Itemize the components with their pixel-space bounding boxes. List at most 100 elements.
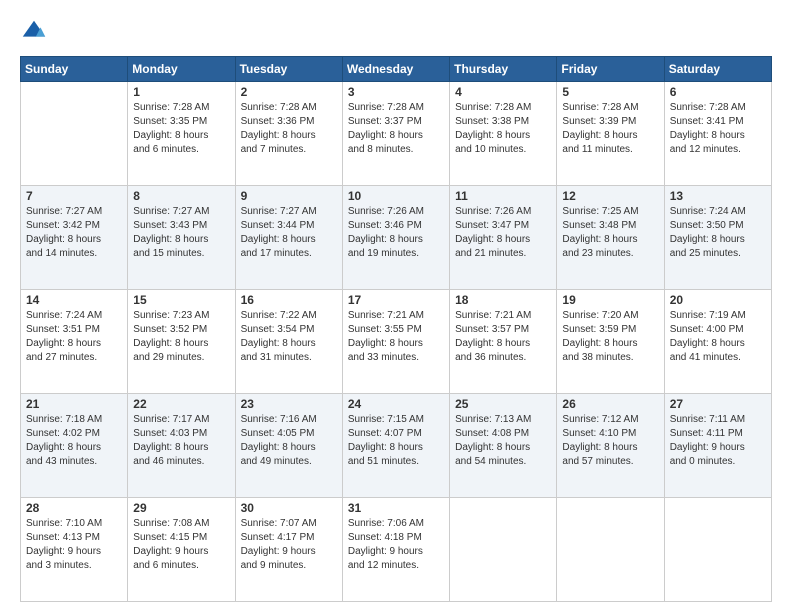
day-number: 28 xyxy=(26,501,122,515)
weekday-header: Saturday xyxy=(664,57,771,82)
calendar-cell: 14 Sunrise: 7:24 AM Sunset: 3:51 PM Dayli… xyxy=(21,290,128,394)
calendar-cell: 18 Sunrise: 7:21 AM Sunset: 3:57 PM Dayli… xyxy=(450,290,557,394)
day-number: 30 xyxy=(241,501,337,515)
calendar-cell: 10 Sunrise: 7:26 AM Sunset: 3:46 PM Dayli… xyxy=(342,186,449,290)
day-info: Sunrise: 7:21 AM Sunset: 3:55 PM Dayligh… xyxy=(348,309,444,365)
calendar-cell: 8 Sunrise: 7:27 AM Sunset: 3:43 PM Daylig… xyxy=(128,186,235,290)
day-info: Sunrise: 7:28 AM Sunset: 3:35 PM Dayligh… xyxy=(133,101,229,157)
day-number: 10 xyxy=(348,189,444,203)
weekday-header: Wednesday xyxy=(342,57,449,82)
day-info: Sunrise: 7:22 AM Sunset: 3:54 PM Dayligh… xyxy=(241,309,337,365)
calendar-cell xyxy=(450,498,557,602)
day-info: Sunrise: 7:24 AM Sunset: 3:51 PM Dayligh… xyxy=(26,309,122,365)
day-number: 4 xyxy=(455,85,551,99)
calendar-cell: 23Sunrise: 7:16 AM Sunset: 4:05 PM Dayli… xyxy=(235,394,342,498)
calendar-cell: 9 Sunrise: 7:27 AM Sunset: 3:44 PM Daylig… xyxy=(235,186,342,290)
calendar: SundayMondayTuesdayWednesdayThursdayFrid… xyxy=(20,56,772,602)
logo xyxy=(20,18,52,46)
day-number: 12 xyxy=(562,189,658,203)
calendar-cell: 3 Sunrise: 7:28 AM Sunset: 3:37 PM Daylig… xyxy=(342,82,449,186)
day-info: Sunrise: 7:23 AM Sunset: 3:52 PM Dayligh… xyxy=(133,309,229,365)
calendar-cell: 6Sunrise: 7:28 AM Sunset: 3:41 PM Daylig… xyxy=(664,82,771,186)
day-info: Sunrise: 7:17 AM Sunset: 4:03 PM Dayligh… xyxy=(133,413,229,469)
day-info: Sunrise: 7:28 AM Sunset: 3:41 PM Dayligh… xyxy=(670,101,766,157)
day-number: 21 xyxy=(26,397,122,411)
day-number: 5 xyxy=(562,85,658,99)
day-number: 13 xyxy=(670,189,766,203)
day-info: Sunrise: 7:26 AM Sunset: 3:46 PM Dayligh… xyxy=(348,205,444,261)
day-number: 25 xyxy=(455,397,551,411)
day-info: Sunrise: 7:20 AM Sunset: 3:59 PM Dayligh… xyxy=(562,309,658,365)
weekday-header: Monday xyxy=(128,57,235,82)
day-number: 16 xyxy=(241,293,337,307)
calendar-cell xyxy=(557,498,664,602)
day-info: Sunrise: 7:26 AM Sunset: 3:47 PM Dayligh… xyxy=(455,205,551,261)
calendar-cell: 28 Sunrise: 7:10 AM Sunset: 4:13 PM Dayli… xyxy=(21,498,128,602)
day-info: Sunrise: 7:15 AM Sunset: 4:07 PM Dayligh… xyxy=(348,413,444,469)
calendar-cell: 19 Sunrise: 7:20 AM Sunset: 3:59 PM Dayli… xyxy=(557,290,664,394)
day-number: 9 xyxy=(241,189,337,203)
calendar-cell: 16 Sunrise: 7:22 AM Sunset: 3:54 PM Dayli… xyxy=(235,290,342,394)
day-number: 18 xyxy=(455,293,551,307)
calendar-cell: 12 Sunrise: 7:25 AM Sunset: 3:48 PM Dayli… xyxy=(557,186,664,290)
day-number: 17 xyxy=(348,293,444,307)
page: SundayMondayTuesdayWednesdayThursdayFrid… xyxy=(0,0,792,612)
day-number: 27 xyxy=(670,397,766,411)
day-info: Sunrise: 7:08 AM Sunset: 4:15 PM Dayligh… xyxy=(133,517,229,573)
day-number: 8 xyxy=(133,189,229,203)
day-number: 24 xyxy=(348,397,444,411)
day-number: 23 xyxy=(241,397,337,411)
day-number: 3 xyxy=(348,85,444,99)
day-info: Sunrise: 7:19 AM Sunset: 4:00 PM Dayligh… xyxy=(670,309,766,365)
calendar-cell: 25 Sunrise: 7:13 AM Sunset: 4:08 PM Dayli… xyxy=(450,394,557,498)
day-info: Sunrise: 7:27 AM Sunset: 3:42 PM Dayligh… xyxy=(26,205,122,261)
day-number: 15 xyxy=(133,293,229,307)
calendar-cell: 15 Sunrise: 7:23 AM Sunset: 3:52 PM Dayli… xyxy=(128,290,235,394)
weekday-header: Tuesday xyxy=(235,57,342,82)
calendar-week-row: 21 Sunrise: 7:18 AM Sunset: 4:02 PM Dayli… xyxy=(21,394,772,498)
day-number: 22 xyxy=(133,397,229,411)
day-info: Sunrise: 7:12 AM Sunset: 4:10 PM Dayligh… xyxy=(562,413,658,469)
day-number: 11 xyxy=(455,189,551,203)
calendar-cell: 13Sunrise: 7:24 AM Sunset: 3:50 PM Dayli… xyxy=(664,186,771,290)
day-number: 29 xyxy=(133,501,229,515)
calendar-cell: 11 Sunrise: 7:26 AM Sunset: 3:47 PM Dayli… xyxy=(450,186,557,290)
calendar-cell: 21 Sunrise: 7:18 AM Sunset: 4:02 PM Dayli… xyxy=(21,394,128,498)
calendar-cell: 7Sunrise: 7:27 AM Sunset: 3:42 PM Daylig… xyxy=(21,186,128,290)
calendar-cell: 30Sunrise: 7:07 AM Sunset: 4:17 PM Dayli… xyxy=(235,498,342,602)
day-info: Sunrise: 7:28 AM Sunset: 3:37 PM Dayligh… xyxy=(348,101,444,157)
day-number: 26 xyxy=(562,397,658,411)
calendar-header-row: SundayMondayTuesdayWednesdayThursdayFrid… xyxy=(21,57,772,82)
header xyxy=(20,18,772,46)
day-info: Sunrise: 7:25 AM Sunset: 3:48 PM Dayligh… xyxy=(562,205,658,261)
day-info: Sunrise: 7:27 AM Sunset: 3:43 PM Dayligh… xyxy=(133,205,229,261)
calendar-cell: 5 Sunrise: 7:28 AM Sunset: 3:39 PM Daylig… xyxy=(557,82,664,186)
calendar-cell: 26 Sunrise: 7:12 AM Sunset: 4:10 PM Dayli… xyxy=(557,394,664,498)
day-info: Sunrise: 7:27 AM Sunset: 3:44 PM Dayligh… xyxy=(241,205,337,261)
day-info: Sunrise: 7:11 AM Sunset: 4:11 PM Dayligh… xyxy=(670,413,766,469)
day-number: 14 xyxy=(26,293,122,307)
weekday-header: Thursday xyxy=(450,57,557,82)
calendar-cell: 20 Sunrise: 7:19 AM Sunset: 4:00 PM Dayli… xyxy=(664,290,771,394)
calendar-week-row: 1Sunrise: 7:28 AM Sunset: 3:35 PM Daylig… xyxy=(21,82,772,186)
day-info: Sunrise: 7:10 AM Sunset: 4:13 PM Dayligh… xyxy=(26,517,122,573)
calendar-week-row: 7Sunrise: 7:27 AM Sunset: 3:42 PM Daylig… xyxy=(21,186,772,290)
day-number: 31 xyxy=(348,501,444,515)
calendar-cell: 27 Sunrise: 7:11 AM Sunset: 4:11 PM Dayli… xyxy=(664,394,771,498)
day-info: Sunrise: 7:21 AM Sunset: 3:57 PM Dayligh… xyxy=(455,309,551,365)
day-info: Sunrise: 7:18 AM Sunset: 4:02 PM Dayligh… xyxy=(26,413,122,469)
day-info: Sunrise: 7:28 AM Sunset: 3:36 PM Dayligh… xyxy=(241,101,337,157)
calendar-week-row: 28 Sunrise: 7:10 AM Sunset: 4:13 PM Dayli… xyxy=(21,498,772,602)
calendar-cell: 22 Sunrise: 7:17 AM Sunset: 4:03 PM Dayli… xyxy=(128,394,235,498)
calendar-cell xyxy=(21,82,128,186)
day-info: Sunrise: 7:06 AM Sunset: 4:18 PM Dayligh… xyxy=(348,517,444,573)
calendar-cell: 2Sunrise: 7:28 AM Sunset: 3:36 PM Daylig… xyxy=(235,82,342,186)
calendar-cell: 31 Sunrise: 7:06 AM Sunset: 4:18 PM Dayli… xyxy=(342,498,449,602)
day-info: Sunrise: 7:28 AM Sunset: 3:39 PM Dayligh… xyxy=(562,101,658,157)
day-number: 19 xyxy=(562,293,658,307)
calendar-cell: 1Sunrise: 7:28 AM Sunset: 3:35 PM Daylig… xyxy=(128,82,235,186)
calendar-cell: 17 Sunrise: 7:21 AM Sunset: 3:55 PM Dayli… xyxy=(342,290,449,394)
day-number: 20 xyxy=(670,293,766,307)
logo-icon xyxy=(20,18,48,46)
day-info: Sunrise: 7:13 AM Sunset: 4:08 PM Dayligh… xyxy=(455,413,551,469)
